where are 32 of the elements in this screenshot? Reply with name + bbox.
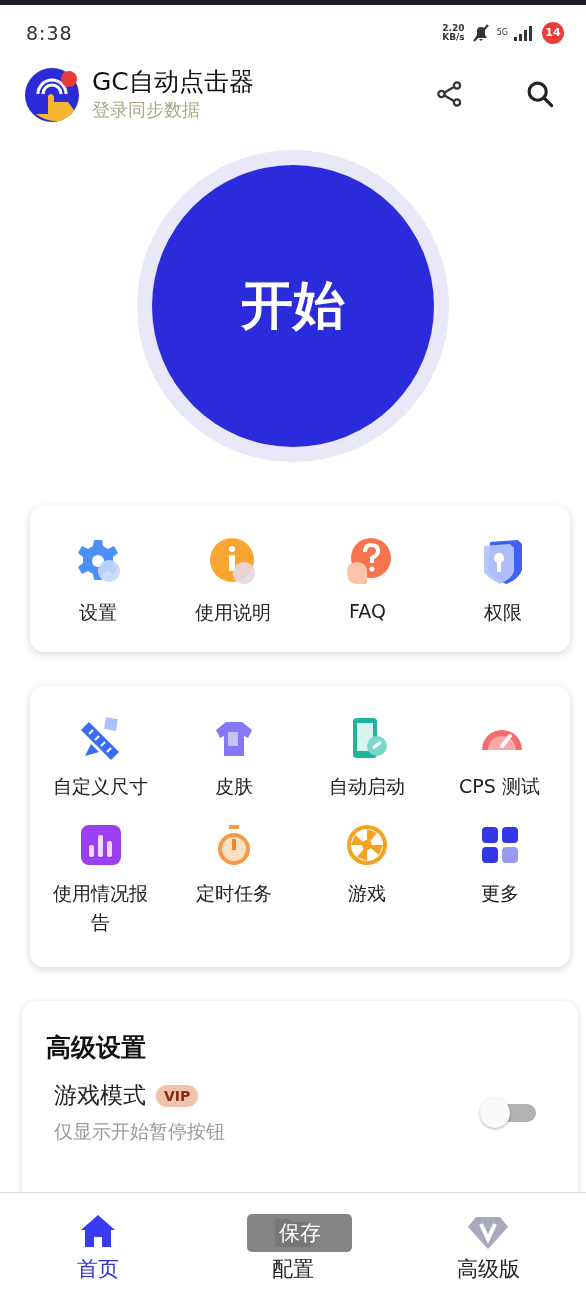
info-icon <box>207 536 258 586</box>
quick-action-button[interactable]: 设置 <box>30 536 165 626</box>
tool-button[interactable]: 自动启动 <box>300 716 433 801</box>
app-logo <box>24 66 80 122</box>
toast-message: 保存 <box>247 1214 352 1252</box>
quick-action-button[interactable]: FAQ <box>300 536 435 626</box>
section-title: 高级设置 <box>46 1032 147 1064</box>
app-title: GC自动点击器 <box>92 66 255 98</box>
muted-bell-icon <box>470 22 491 43</box>
tool-button[interactable]: 游戏 <box>300 823 433 937</box>
tool-button[interactable]: 自定义尺寸 <box>34 716 167 801</box>
wheel-icon <box>344 823 389 867</box>
network-speed: 2.20 KB/s <box>442 23 465 42</box>
nav-tab[interactable]: 高级版 <box>390 1193 586 1303</box>
tool-button[interactable]: 更多 <box>433 823 566 937</box>
nav-tab[interactable]: 首页 <box>0 1193 196 1303</box>
notification-badge: 14 <box>542 21 564 44</box>
tool-button[interactable]: 使用情况报告 <box>34 823 167 937</box>
setting-description: 仅显示开始暂停按钮 <box>54 1119 226 1144</box>
tool-button[interactable]: 皮肤 <box>167 716 300 801</box>
quick-action-button[interactable]: 权限 <box>435 536 570 626</box>
start-button[interactable]: 开始 <box>152 165 434 447</box>
setting-label: 游戏模式 <box>54 1081 146 1110</box>
vip-badge: VIP <box>156 1084 199 1107</box>
network-type: 5G <box>496 28 508 37</box>
signal-icon <box>514 24 532 41</box>
clock-time: 8:38 <box>26 21 74 44</box>
quick-action-button[interactable]: 使用说明 <box>165 536 300 626</box>
toggle-switch[interactable] <box>480 1097 536 1128</box>
tool-button[interactable]: 定时任务 <box>167 823 300 937</box>
bar-chart-icon <box>78 823 123 867</box>
tool-button[interactable]: CPS 测试 <box>433 716 566 801</box>
